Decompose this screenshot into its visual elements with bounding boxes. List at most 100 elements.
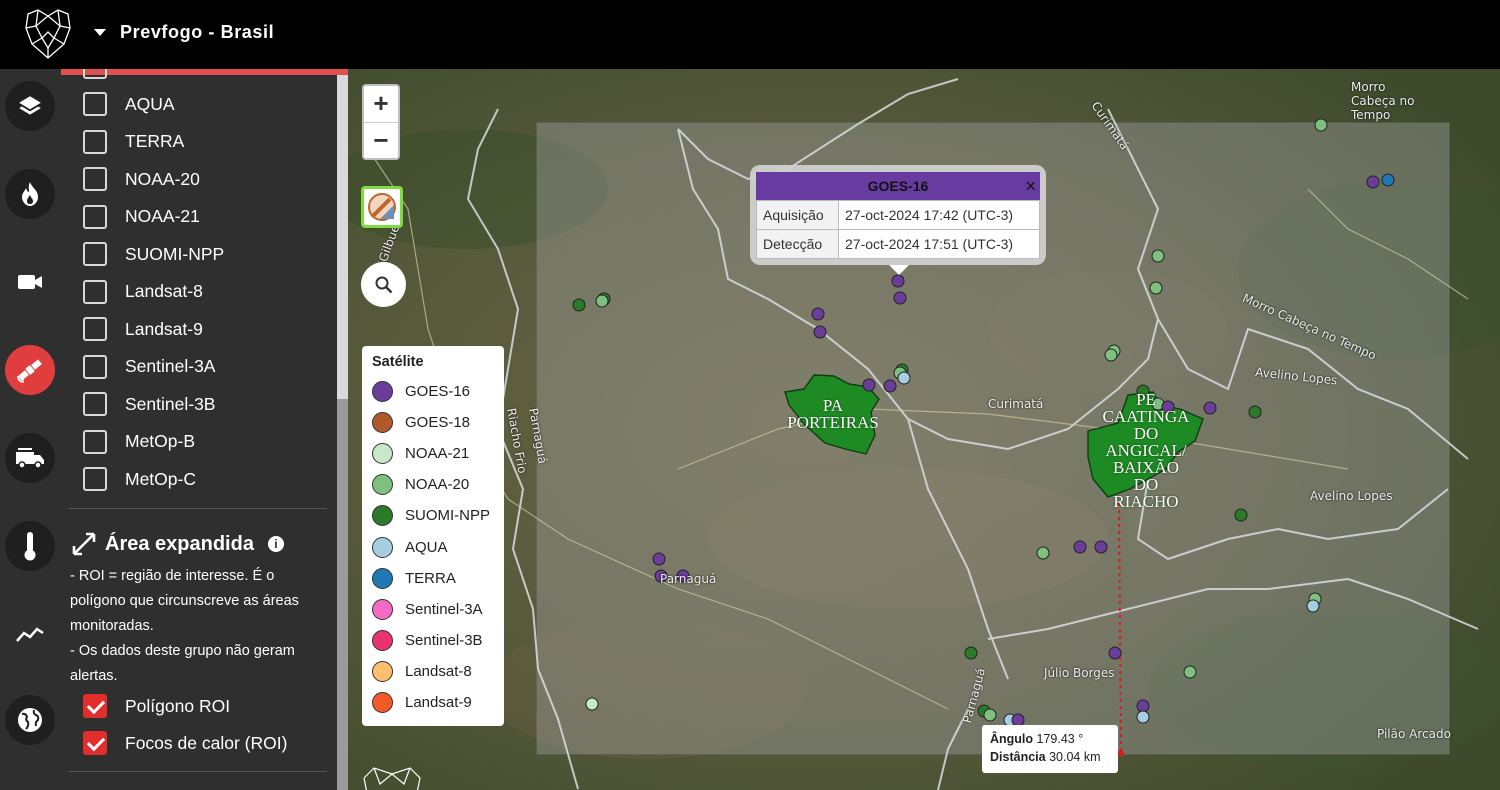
fire-button[interactable]	[5, 169, 55, 219]
zoom-out-button[interactable]: −	[364, 122, 398, 158]
hotspot-marker[interactable]	[1073, 540, 1087, 554]
satellite-checkbox[interactable]	[83, 92, 107, 116]
measure-tool-button[interactable]	[361, 186, 403, 228]
satellite-button[interactable]	[5, 345, 55, 395]
globe-button[interactable]	[5, 695, 55, 745]
satellite-option[interactable]: TERRA	[83, 129, 184, 155]
measure-point[interactable]	[1118, 750, 1124, 756]
legend-label: Landsat-8	[405, 662, 472, 680]
hotspot-marker[interactable]	[983, 708, 997, 722]
satellite-checkbox[interactable]	[83, 129, 107, 154]
close-icon[interactable]: ×	[1025, 172, 1036, 200]
satellite-option[interactable]: AQUA	[83, 91, 175, 117]
hotspot-marker[interactable]	[893, 291, 907, 305]
hotspot-marker[interactable]	[813, 325, 827, 339]
hotspot-marker[interactable]	[1151, 249, 1165, 263]
legend-label: TERRA	[405, 569, 456, 587]
satellite-checkbox[interactable]	[83, 204, 107, 229]
roi-polygon-checkbox[interactable]	[83, 694, 107, 718]
satellite-label: NOAA-20	[125, 168, 200, 189]
temperature-button[interactable]	[5, 521, 55, 571]
satellite-label: Sentinel-3B	[125, 393, 216, 414]
expanded-area-title: Área expandida	[105, 532, 254, 555]
satellite-option[interactable]: NOAA-21	[83, 204, 200, 230]
layers-icon	[19, 96, 41, 115]
satellite-option[interactable]: MetOp-C	[83, 466, 196, 492]
satellite-checkbox[interactable]	[83, 429, 107, 454]
satellite-label: Sentinel-3A	[125, 356, 216, 376]
hotspot-marker[interactable]	[585, 697, 599, 711]
hotspot-marker[interactable]	[883, 379, 897, 393]
satellite-option[interactable]: Sentinel-3B	[83, 391, 215, 417]
hotspot-marker[interactable]	[1104, 348, 1118, 362]
legend-item: TERRA	[372, 563, 504, 594]
hotspot-marker[interactable]	[897, 371, 911, 385]
legend-label: AQUA	[405, 538, 448, 556]
satellite-option[interactable]: NOAA-20	[83, 166, 200, 192]
panel-scrollbar-thumb[interactable]	[337, 399, 348, 790]
satellite-checkbox[interactable]	[83, 317, 107, 341]
legend-swatch	[372, 443, 393, 465]
satellite-checkbox[interactable]	[83, 392, 107, 416]
hotspot-marker[interactable]	[572, 298, 586, 312]
legend-label: SUOMI-NPP	[405, 507, 491, 525]
hotspot-marker[interactable]	[1108, 646, 1122, 660]
legend-swatch	[372, 536, 393, 558]
hotspot-marker[interactable]	[1094, 540, 1108, 554]
camera-button[interactable]	[5, 257, 55, 307]
satellite-checkbox[interactable]	[83, 279, 107, 304]
satellite-option[interactable]: MetOp-B	[83, 429, 195, 455]
map-search-button[interactable]	[361, 262, 406, 307]
hotspot-marker[interactable]	[1036, 546, 1050, 560]
hotspot-marker[interactable]	[652, 552, 666, 566]
hotspot-marker[interactable]	[1136, 710, 1150, 724]
map[interactable]: PA PORTEIRAS PE CAATINGA DO ANGICAL/ BAI…	[348, 69, 1500, 790]
hotspot-marker[interactable]	[964, 646, 978, 660]
satellite-checkbox[interactable]	[83, 354, 107, 379]
fire-truck-button[interactable]	[5, 433, 55, 483]
roi-polygon-option[interactable]: Polígono ROI	[83, 693, 230, 719]
legend-label: Sentinel-3A	[405, 600, 483, 618]
hotspot-marker[interactable]	[1149, 281, 1163, 295]
legend-swatch	[372, 474, 393, 496]
jaguar-logo-icon[interactable]	[22, 8, 74, 60]
info-icon[interactable]: i	[267, 536, 284, 552]
hotspot-marker[interactable]	[1381, 173, 1395, 187]
satellite-option[interactable]: SUOMI-NPP	[83, 241, 224, 267]
popup-value-detection: 27-oct-2024 17:51 (UTC-3)	[838, 229, 1040, 259]
legend-label: Sentinel-3B	[405, 631, 483, 649]
hotspot-marker[interactable]	[811, 307, 825, 321]
app-title-dropdown[interactable]: Prevfogo - Brasil	[94, 22, 274, 43]
hotspot-marker[interactable]	[1314, 118, 1328, 132]
hotspot-marker[interactable]	[1183, 665, 1197, 679]
expanded-area-heading: Área expandida i	[71, 531, 284, 557]
zoom-in-button[interactable]: +	[364, 86, 398, 122]
pa-porteiras-label: PA PORTEIRAS	[768, 397, 898, 431]
hotspot-marker[interactable]	[1234, 508, 1248, 522]
satellite-option[interactable]: Landsat-9	[83, 316, 203, 342]
legend-item: NOAA-21	[372, 438, 504, 469]
hotspot-marker[interactable]	[1136, 699, 1150, 713]
pe-caatinga-text: PE CAATINGA DO ANGICAL/ BAIXÃO DO RIACHO	[1102, 390, 1190, 511]
hotspot-marker[interactable]	[595, 294, 609, 308]
satellite-checkbox[interactable]	[83, 167, 107, 191]
satellite-checkbox[interactable]	[83, 467, 107, 491]
roi-hotspots-option[interactable]: Focos de calor (ROI)	[83, 730, 287, 756]
roi-hotspots-checkbox[interactable]	[83, 731, 107, 755]
hotspot-marker[interactable]	[862, 378, 876, 392]
satellite-option[interactable]: Landsat-8	[83, 279, 203, 305]
layers-button[interactable]	[5, 81, 55, 131]
trend-button[interactable]	[5, 609, 55, 659]
thermometer-icon	[24, 532, 36, 561]
legend-swatch	[372, 505, 393, 527]
hotspot-marker[interactable]	[1366, 175, 1380, 189]
hotspot-marker[interactable]	[1248, 405, 1262, 419]
checkbox-partial[interactable]	[83, 69, 107, 79]
satellite-checkbox[interactable]	[83, 242, 107, 266]
legend-label: Landsat-9	[405, 693, 472, 711]
hotspot-marker[interactable]	[891, 274, 905, 288]
satellite-legend: Satélite GOES-16 GOES-18 NOAA-21 NOAA-20 SUO…	[362, 346, 504, 726]
satellite-option[interactable]: Sentinel-3A	[83, 354, 215, 380]
hotspot-marker[interactable]	[1306, 599, 1320, 613]
legend-label: NOAA-21	[405, 445, 470, 463]
